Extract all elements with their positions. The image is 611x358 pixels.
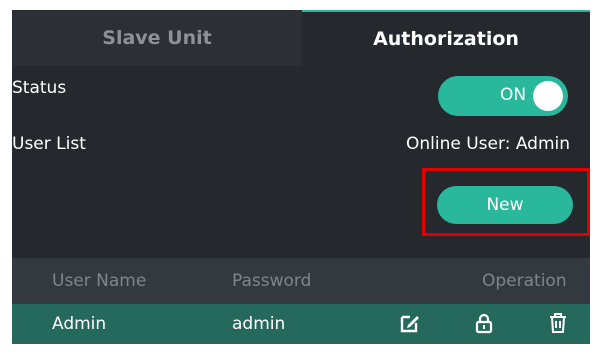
status-toggle-text: ON: [500, 85, 527, 105]
new-button-highlight: New: [422, 168, 590, 236]
status-toggle[interactable]: ON: [438, 76, 568, 116]
authorization-panel: Slave Unit Authorization Status ON User …: [12, 10, 590, 344]
online-user-text: Online User: Admin: [406, 134, 570, 154]
column-header-password: Password: [232, 271, 312, 291]
table-header: User Name Password Operation: [12, 258, 590, 304]
cell-password: admin: [232, 314, 286, 334]
toggle-knob: [533, 81, 563, 111]
trash-icon[interactable]: [546, 311, 570, 335]
cell-user-name: Admin: [52, 314, 107, 334]
column-header-user-name: User Name: [52, 271, 147, 291]
tab-bar: Slave Unit Authorization: [12, 10, 590, 70]
table-row[interactable]: Admin admin: [12, 304, 590, 344]
edit-icon[interactable]: [398, 311, 422, 335]
column-header-operation: Operation: [482, 271, 567, 291]
lock-icon[interactable]: [472, 311, 496, 335]
tab-authorization[interactable]: Authorization: [302, 10, 590, 66]
new-user-button[interactable]: New: [437, 186, 573, 224]
user-list-label: User List: [12, 134, 86, 154]
status-label: Status: [12, 78, 67, 98]
tab-slave-unit[interactable]: Slave Unit: [12, 10, 302, 66]
